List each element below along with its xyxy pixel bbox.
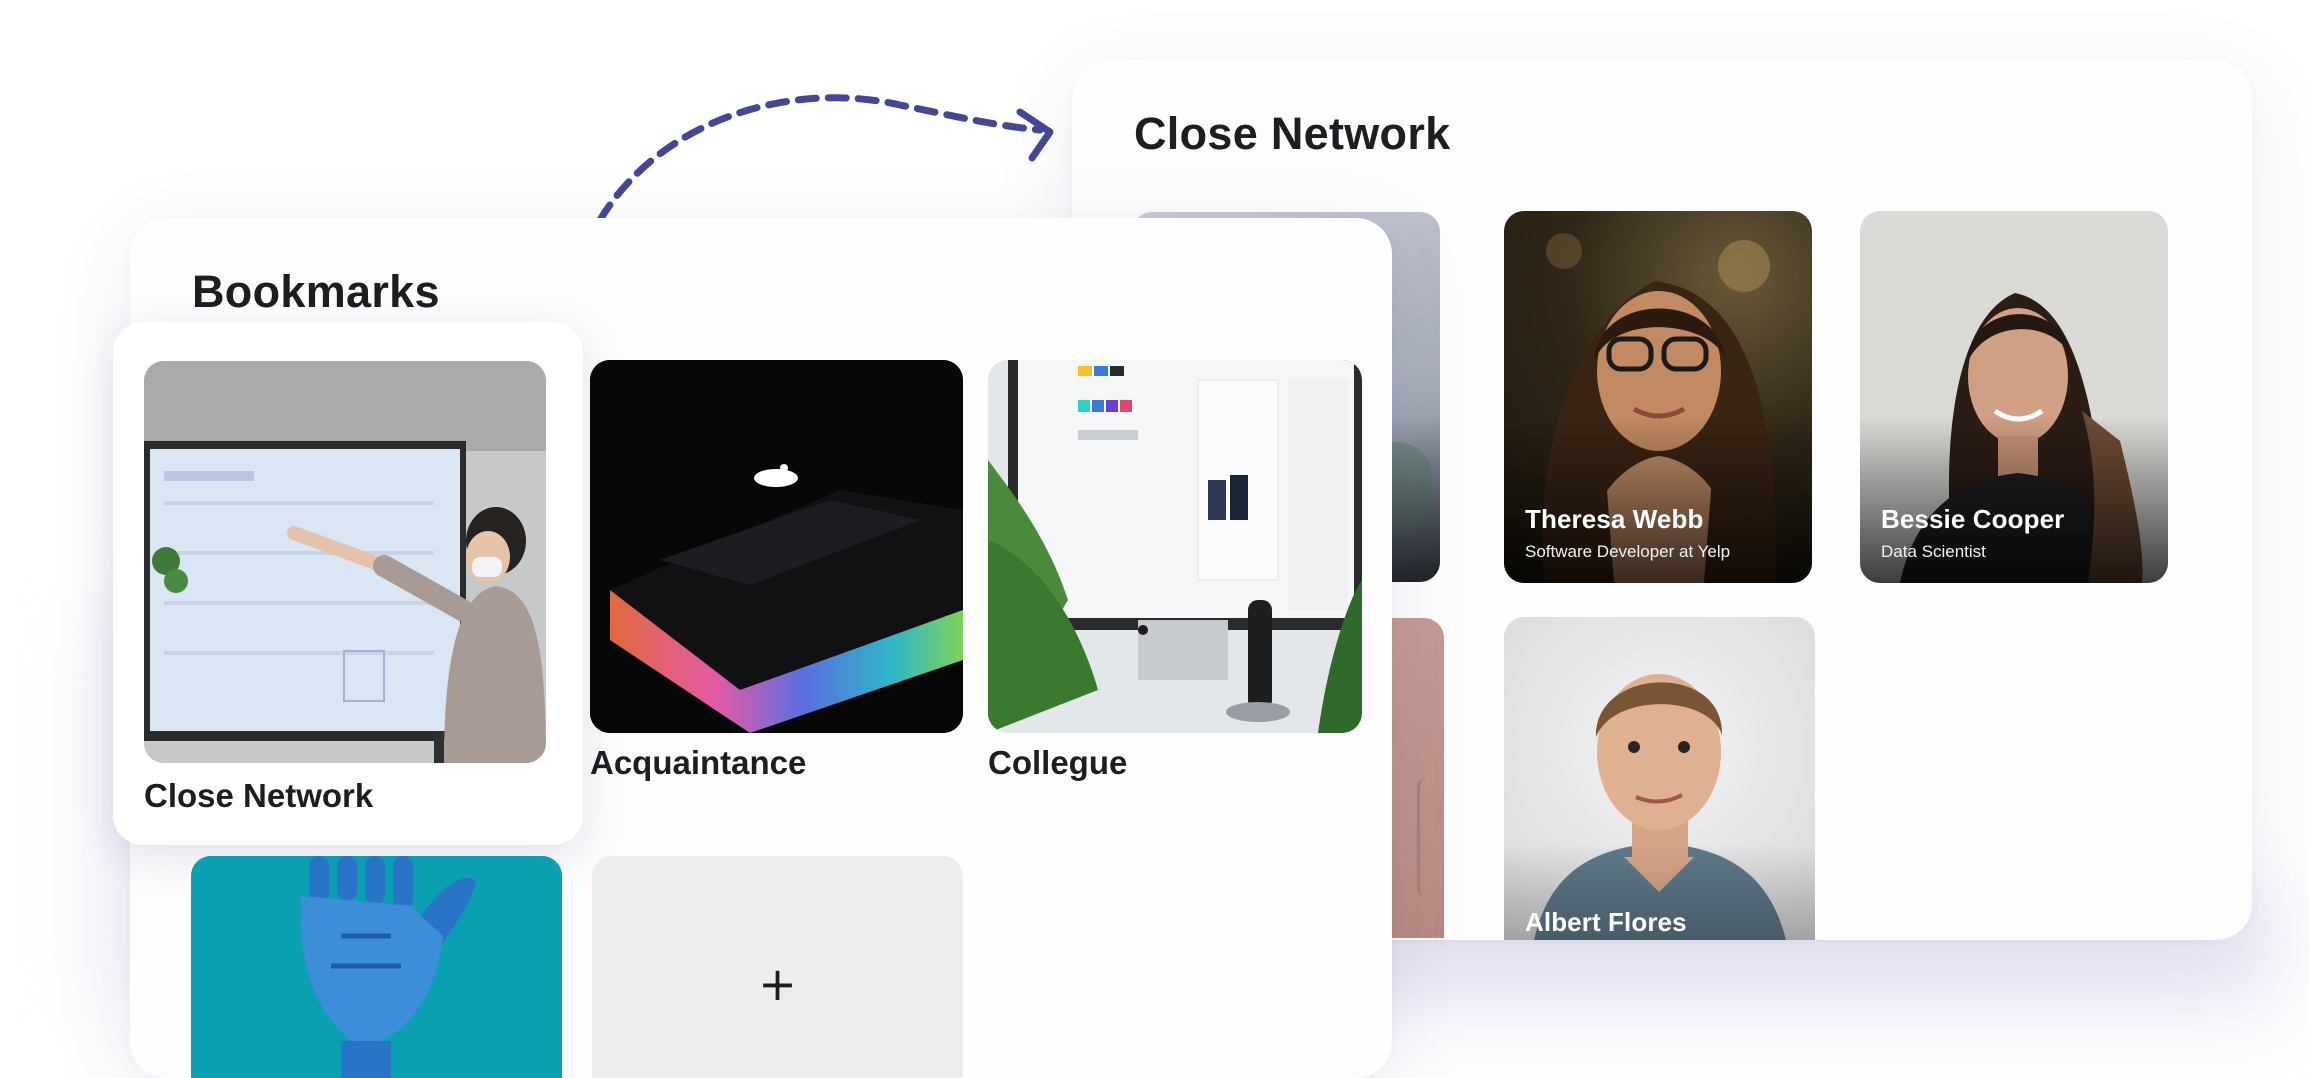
bookmark-acquaintance[interactable] (590, 360, 963, 733)
bookmark-label: Collegue (988, 744, 1128, 781)
contact-card-bessie-cooper[interactable]: Bessie Cooper Data Scientist (1860, 211, 2168, 583)
bookmark-collegue[interactable] (988, 360, 1362, 733)
bookmark-label: Close Network (144, 777, 374, 814)
bookmark-thumbnail (144, 361, 546, 763)
plus-icon: + (758, 957, 797, 1011)
bookmark-close-network[interactable]: Close Network (113, 322, 583, 845)
contact-photo (1417, 778, 1440, 898)
bookmarks-panel: Bookmarks Close Network Acquaintance Col… (113, 218, 1392, 1078)
contact-role: Data Scientist (1881, 542, 1986, 561)
bookmarks-title: Bookmarks (192, 266, 440, 317)
contact-name: Theresa Webb (1525, 504, 1704, 534)
add-bookmark-button[interactable]: + (592, 856, 963, 1078)
contact-card-theresa-webb[interactable]: Theresa Webb Software Developer at Yelp (1504, 211, 1812, 583)
contact-name: Bessie Cooper (1881, 504, 2065, 534)
dashed-arrow-icon (596, 94, 1054, 224)
bookmark-label: Acquaintance (590, 744, 807, 781)
close-network-title: Close Network (1134, 108, 1451, 159)
robot-hand-icon (191, 856, 562, 1078)
contact-role: Software Developer at Yelp (1525, 542, 1731, 561)
contact-card-albert-flores[interactable]: Albert Flores (1504, 617, 1815, 940)
contact-name: Albert Flores (1525, 907, 1687, 937)
bookmark-ai[interactable] (191, 856, 562, 1078)
